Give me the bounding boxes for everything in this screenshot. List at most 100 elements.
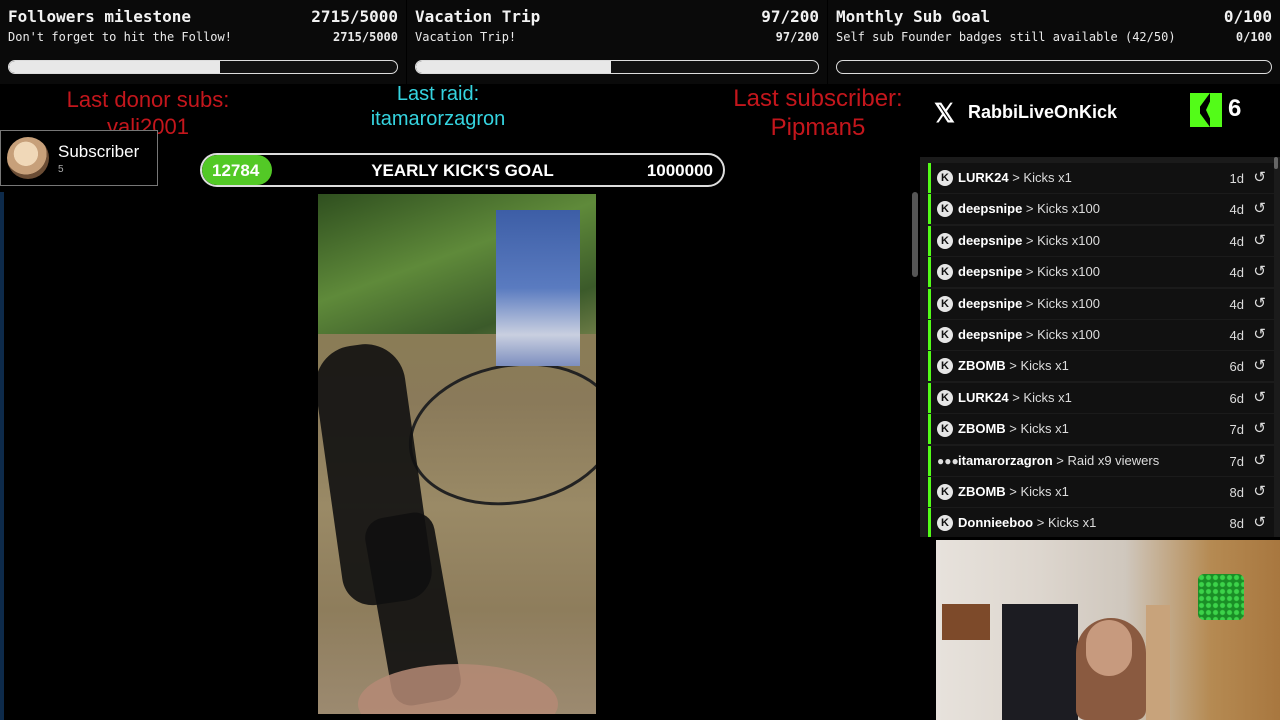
feed-event: > Kicks x100: [1025, 327, 1100, 342]
feed-user: LURK24 > Kicks x1: [958, 170, 1072, 185]
replay-icon[interactable]: ↺: [1253, 482, 1266, 500]
feed-row: Kdeepsnipe > Kicks x100 4d ↺: [928, 194, 1274, 225]
goal-count-small: 97/200: [775, 30, 819, 44]
feed-user: itamarorzagron > Raid x9 viewers: [958, 452, 1160, 468]
feed-age: 8d: [1229, 516, 1244, 532]
kick-icon: K: [937, 484, 953, 500]
feed-age: 6d: [1229, 359, 1244, 375]
feed-event: > Kicks x1: [1009, 484, 1069, 499]
feed-age: 4d: [1229, 233, 1244, 249]
replay-icon[interactable]: ↺: [1253, 294, 1266, 312]
avatar: [7, 137, 49, 179]
kick-icon: K: [937, 358, 953, 375]
feed-row: Kdeepsnipe > Kicks x100 4d ↺: [928, 257, 1274, 288]
goal-count-small: 2715/5000: [332, 30, 398, 44]
event-feed[interactable]: K LURK24 > Kicks x1 1d ↺ Kdeepsnipe > Kicks …: [920, 157, 1280, 537]
goal-subtitle: Don't forget to hit the Follow!: [8, 30, 232, 44]
goal-title: Followers milestone: [8, 7, 192, 26]
replay-icon[interactable]: ↺: [1253, 231, 1266, 249]
feed-user: LURK24 > Kicks x1: [958, 389, 1072, 405]
feed-user: deepsnipe > Kicks x100: [958, 295, 1100, 311]
kick-icon: K: [937, 515, 953, 532]
kick-logo-icon: [1190, 93, 1222, 127]
feed-scrollbar[interactable]: [1274, 157, 1278, 169]
webcam-head: [1086, 620, 1132, 676]
last-subscriber: Last subscriber: Pipman5: [706, 84, 930, 142]
replay-icon[interactable]: ↺: [1253, 388, 1266, 406]
kick-goal-title: YEARLY KICK'S GOAL: [371, 161, 554, 180]
kick-count: 6: [1228, 95, 1242, 122]
kick-icon: K: [937, 295, 953, 312]
goal-monthly-sub: Monthly Sub Goal 0/100 Self sub Founder …: [828, 0, 1280, 84]
feed-age: 4d: [1229, 296, 1244, 312]
replay-icon[interactable]: ↺: [1253, 419, 1266, 437]
goal-vacation: Vacation Trip 97/200 Vacation Trip! 97/2…: [407, 0, 827, 84]
goal-progress-fill: [416, 61, 611, 73]
last-raid-name: itamarorzagron: [370, 108, 506, 130]
feed-row: Kdeepsnipe > Kicks x100 4d ↺: [928, 288, 1274, 319]
feed-age: 4d: [1229, 328, 1244, 343]
feed-user: deepsnipe > Kicks x100: [958, 264, 1100, 280]
goal-subtitle: Self sub Founder badges still available …: [836, 30, 1176, 44]
feed-row: K LURK24 > Kicks x1 1d ↺: [928, 163, 1274, 193]
feed-user: deepsnipe > Kicks x100: [958, 327, 1100, 342]
replay-icon[interactable]: ↺: [1253, 199, 1266, 217]
feed-row: K Donnieeboo > Kicks x1 8d ↺: [928, 508, 1274, 537]
feed-user: ZBOMB > Kicks x1: [958, 484, 1069, 499]
feed-user: deepsnipe > Kicks x100: [958, 232, 1100, 248]
subscriber-label: Subscriber: [58, 142, 140, 161]
last-subscriber-label: Last subscriber:: [733, 85, 903, 112]
webcam-jar: [1198, 574, 1244, 620]
feed-age: 6d: [1229, 390, 1244, 406]
goal-count-small: 0/100: [1235, 30, 1272, 44]
replay-icon[interactable]: ↺: [1253, 451, 1266, 469]
replay-icon[interactable]: ↺: [1253, 356, 1266, 374]
goal-followers: Followers milestone 2715/5000 Don't forg…: [0, 0, 406, 84]
feed-event: > Kicks x1: [1009, 358, 1069, 374]
replay-icon[interactable]: ↺: [1253, 325, 1266, 343]
kick-icon: K: [937, 327, 953, 343]
webcam-tapestry: [1002, 604, 1078, 720]
replay-icon[interactable]: ↺: [1253, 262, 1266, 280]
feed-age: 7d: [1229, 453, 1244, 469]
feed-age: 8d: [1229, 485, 1244, 500]
subscriber-count: 5: [58, 164, 64, 175]
feed-row: Kdeepsnipe > Kicks x100 4d ↺: [928, 320, 1274, 350]
yearly-kick-goal: 12784 YEARLY KICK'S GOAL 1000000: [200, 153, 725, 187]
feed-age: 7d: [1229, 422, 1244, 438]
feed-event: > Kicks x100: [1025, 295, 1100, 311]
kick-goal-target: 1000000: [646, 161, 713, 180]
goal-title: Vacation Trip: [415, 7, 541, 26]
goal-count: 97/200: [761, 7, 819, 26]
feed-event: > Kicks x1: [1009, 421, 1069, 437]
feed-event: > Kicks x100: [1025, 201, 1100, 217]
feed-user: ZBOMB > Kicks x1: [958, 358, 1069, 374]
last-donor-label: Last donor subs:: [66, 87, 230, 112]
goal-progress-bar: [415, 60, 819, 74]
feed-event: > Kicks x100: [1025, 264, 1100, 280]
goal-count: 0/100: [1223, 7, 1272, 26]
feed-row: K ZBOMB > Kicks x1 6d ↺: [928, 351, 1274, 382]
scrollbar[interactable]: [912, 192, 918, 277]
goal-title: Monthly Sub Goal: [836, 7, 991, 26]
feed-row: K ZBOMB > Kicks x1 8d ↺: [928, 477, 1274, 507]
last-subscriber-name: Pipman5: [770, 114, 866, 141]
feed-user: deepsnipe > Kicks x100: [958, 201, 1100, 217]
kick-icon: K: [937, 264, 953, 281]
feed-age: 4d: [1229, 202, 1244, 218]
feed-user: ZBOMB > Kicks x1: [958, 421, 1069, 437]
feed-age: 1d: [1229, 171, 1244, 186]
feed-user: Donnieeboo > Kicks x1: [958, 515, 1097, 531]
goal-progress-fill: [9, 61, 220, 73]
video-hose: [397, 346, 596, 522]
goal-progress-bar: [836, 60, 1272, 74]
last-raid: Last raid: itamarorzagron: [338, 82, 538, 132]
video-edge: [0, 192, 4, 720]
video-inset-phone: [496, 210, 580, 366]
replay-icon[interactable]: ↺: [1253, 513, 1266, 531]
kick-icon: K: [937, 389, 953, 406]
feed-age: 4d: [1229, 265, 1244, 281]
last-raid-label: Last raid:: [396, 83, 480, 105]
replay-icon[interactable]: ↺: [1253, 168, 1266, 186]
feed-event: > Kicks x1: [1036, 515, 1097, 531]
